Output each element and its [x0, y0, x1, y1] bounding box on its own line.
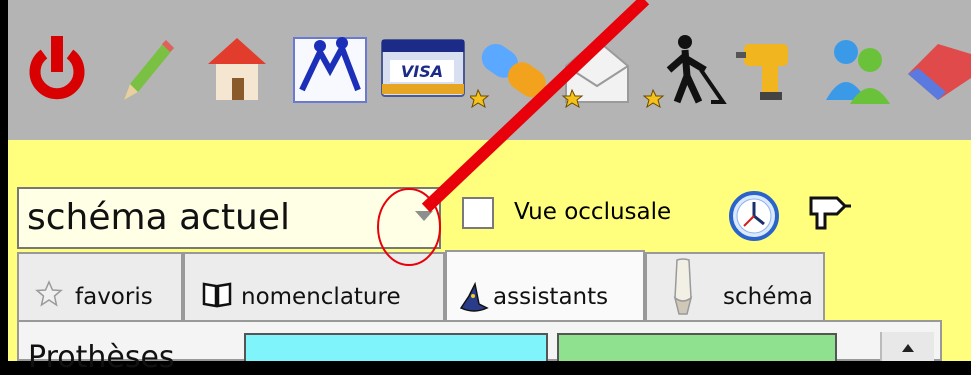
annotation-circle — [377, 188, 441, 266]
annotation-overlay — [377, 0, 650, 266]
annotation-arrow — [421, 0, 650, 213]
